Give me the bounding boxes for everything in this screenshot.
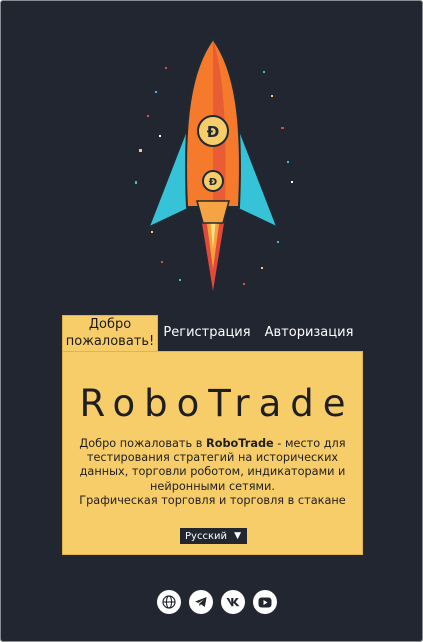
svg-text:Ð: Ð	[207, 123, 220, 141]
tab-welcome[interactable]: Добро пожаловать!	[62, 315, 158, 351]
app-window: Ð Ð Добро пожаловать! Регистрация Автори…	[0, 0, 423, 642]
language-select[interactable]: Русский ▼	[180, 528, 247, 544]
social-links	[157, 590, 277, 614]
rocket-illustration: Ð Ð	[135, 37, 293, 291]
welcome-description: Добро пожаловать в RoboTrade - место для…	[71, 437, 354, 508]
tab-registration[interactable]: Регистрация	[158, 315, 256, 351]
vk-icon[interactable]	[221, 590, 245, 614]
tab-bar: Добро пожаловать! Регистрация Авторизаци…	[62, 315, 363, 351]
telegram-icon[interactable]	[189, 590, 213, 614]
chevron-down-icon: ▼	[234, 531, 241, 541]
welcome-card: RoboTrade Добро пожаловать в RoboTrade -…	[62, 351, 363, 555]
desc-brand: RoboTrade	[206, 437, 274, 450]
svg-text:Ð: Ð	[209, 177, 217, 188]
language-select-value: Русский	[185, 530, 227, 542]
desc-line2: Графическая торговля и торговля в стакан…	[79, 493, 346, 507]
tab-login[interactable]: Авторизация	[256, 315, 362, 351]
desc-prefix: Добро пожаловать в	[79, 437, 206, 450]
youtube-icon[interactable]	[253, 590, 277, 614]
app-title: RoboTrade	[79, 382, 355, 425]
globe-icon[interactable]	[157, 590, 181, 614]
